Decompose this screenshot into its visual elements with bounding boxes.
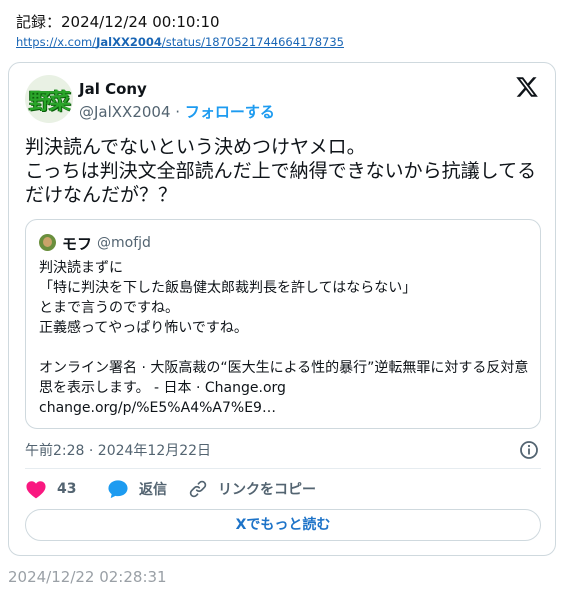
source-link-user: JalXX2004 bbox=[96, 35, 162, 49]
read-more-button[interactable]: Xでもっと読む bbox=[25, 509, 541, 541]
link-icon bbox=[189, 480, 207, 498]
reply-button[interactable]: 返信 bbox=[107, 477, 167, 501]
avatar-text: 野菜 bbox=[28, 90, 71, 115]
quote-avatar bbox=[39, 234, 56, 251]
source-link-prefix: https://x.com/ bbox=[16, 35, 97, 49]
x-logo-icon[interactable] bbox=[515, 75, 539, 99]
like-button[interactable]: 43 bbox=[25, 477, 76, 501]
source-link-suffix: /status/1870521744664178735 bbox=[161, 35, 344, 49]
quoted-tweet[interactable]: モフ @mofjd 判決読まずに 「特に判決を下した飯島健太郎裁判長を許してはな… bbox=[25, 219, 541, 429]
footer-date: 2024/12/22 02:28:31 bbox=[8, 568, 167, 586]
quote-text: 判決読まずに 「特に判決を下した飯島健太郎裁判長を許してはならない」 とまで言う… bbox=[39, 260, 529, 416]
tweet-text: 判決読んでないという決めつけヤメロ。 こっちは判決文全部読んだ上で納得できないか… bbox=[25, 136, 537, 206]
divider bbox=[25, 468, 541, 469]
quote-display-name: モフ bbox=[62, 235, 93, 253]
source-link[interactable]: https://x.com/JalXX2004/status/187052174… bbox=[16, 35, 344, 49]
display-name[interactable]: Jal Cony bbox=[79, 80, 147, 98]
reply-label: 返信 bbox=[139, 482, 167, 498]
follow-button[interactable]: フォローする bbox=[185, 103, 275, 121]
heart-icon bbox=[26, 481, 46, 499]
copy-link-button[interactable]: リンクをコピー bbox=[188, 477, 316, 501]
separator: · bbox=[175, 103, 181, 121]
quote-handle: @mofjd bbox=[97, 235, 151, 251]
handle[interactable]: @JalXX2004 bbox=[79, 103, 171, 121]
record-timestamp: 記録：2024/12/24 00:10:10 bbox=[16, 13, 220, 31]
speech-bubble-icon bbox=[108, 480, 128, 499]
tweet-card: 野菜 Jal Cony @JalXX2004 · フォローする 判決読んでないと… bbox=[8, 62, 556, 556]
copy-link-label: リンクをコピー bbox=[218, 482, 316, 498]
avatar[interactable]: 野菜 bbox=[25, 75, 73, 123]
tweet-timestamp[interactable]: 午前2:28 · 2024年12月22日 bbox=[25, 440, 211, 460]
action-bar: 43 返信 リンクをコピー bbox=[25, 477, 541, 501]
like-count: 43 bbox=[57, 481, 77, 497]
info-icon[interactable] bbox=[519, 440, 539, 460]
handle-row: @JalXX2004 · フォローする bbox=[79, 101, 275, 122]
